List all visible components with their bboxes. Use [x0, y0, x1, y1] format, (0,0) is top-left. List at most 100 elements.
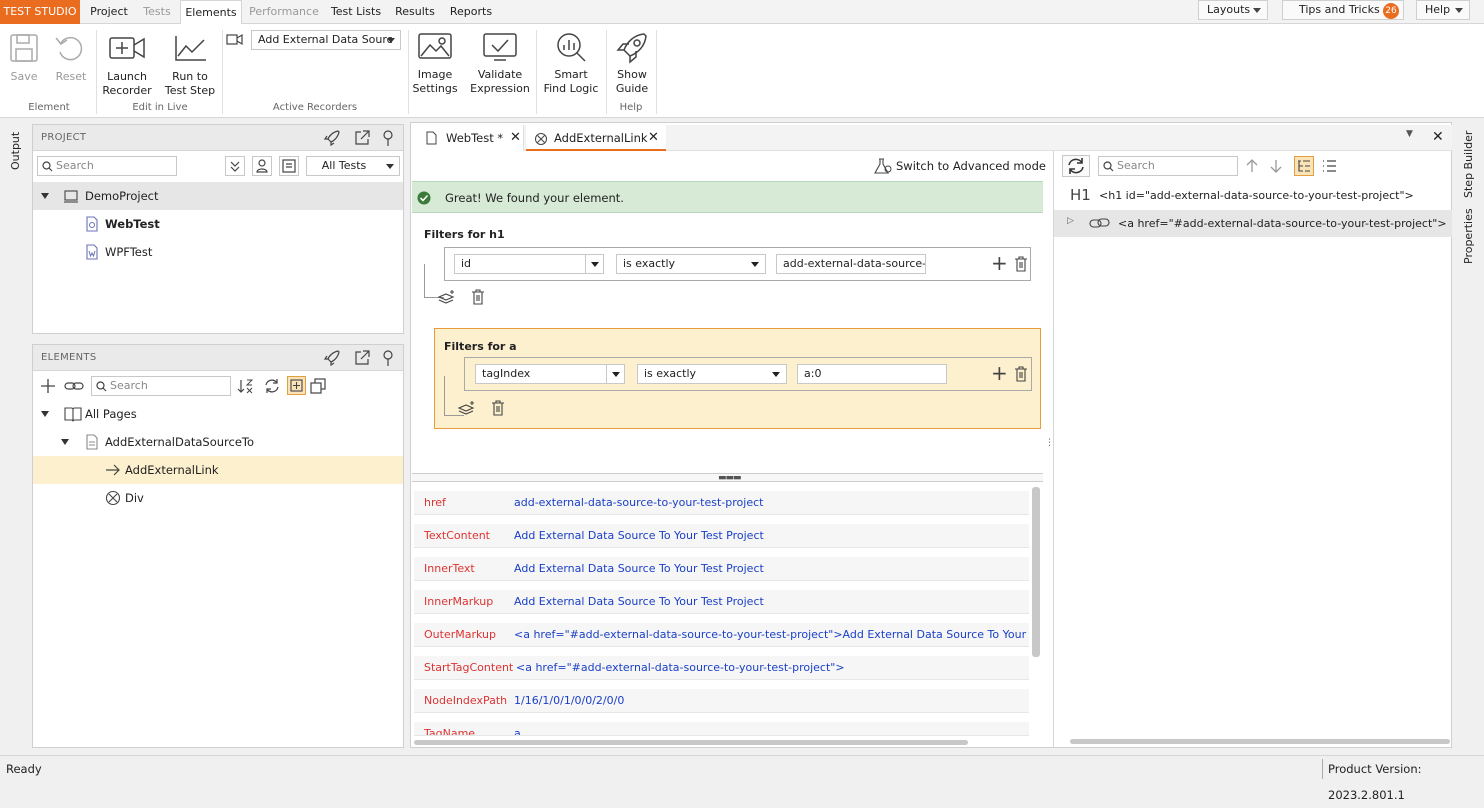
- layers-add-icon[interactable]: [457, 400, 477, 416]
- add-filter-icon[interactable]: +: [991, 252, 1008, 274]
- help-dropdown[interactable]: Help: [1416, 0, 1470, 20]
- dom-node-h1[interactable]: H1 <h1 id="add-external-data-source-to-y…: [1054, 182, 1452, 210]
- show-guide-button[interactable]: Show Guide: [610, 30, 654, 96]
- property-row[interactable]: href add-external-data-source-to-your-tes…: [414, 491, 1029, 515]
- property-row[interactable]: TextContent Add External Data Source To Y…: [414, 524, 1029, 548]
- property-row[interactable]: InnerText Add External Data Source To You…: [414, 557, 1029, 581]
- details-button[interactable]: [279, 156, 299, 176]
- highlight-toggle-button[interactable]: [287, 376, 306, 395]
- filter-h1-value-input[interactable]: add-external-data-source-t: [776, 254, 926, 274]
- close-icon[interactable]: ✕: [510, 125, 521, 151]
- tab-addexternallink-label: AddExternalLink: [554, 131, 648, 145]
- link-icon[interactable]: [63, 377, 85, 395]
- arrow-down-icon[interactable]: [1268, 158, 1284, 174]
- rocket-icon[interactable]: [323, 349, 341, 367]
- properties-tab[interactable]: Properties: [1462, 208, 1475, 264]
- switch-advanced-mode-button[interactable]: Switch to Advanced mode: [874, 157, 1046, 175]
- output-tab[interactable]: Output: [9, 132, 22, 170]
- properties-vertical-scrollbar[interactable]: [1032, 487, 1040, 657]
- tree-item-addexternallink[interactable]: AddExternalLink: [33, 456, 403, 484]
- tree-view-toggle[interactable]: [1294, 156, 1314, 176]
- tips-and-tricks-button[interactable]: Tips and Tricks 26: [1282, 0, 1404, 20]
- tree-item-page[interactable]: AddExternalDataSourceTo: [33, 428, 403, 456]
- sort-az-icon[interactable]: [237, 377, 255, 395]
- pop-out-icon[interactable]: [353, 129, 371, 147]
- tab-tests[interactable]: Tests: [136, 0, 178, 24]
- launch-recorder-button[interactable]: Launch Recorder: [100, 30, 154, 98]
- refresh-dom-button[interactable]: [1062, 155, 1090, 177]
- tab-list-dropdown-icon[interactable]: ▼: [1406, 129, 1413, 139]
- image-settings-button[interactable]: Image Settings: [412, 30, 458, 96]
- expand-triangle-icon[interactable]: [61, 439, 69, 445]
- copy-icon[interactable]: [309, 377, 327, 395]
- properties-horizontal-scrollbar[interactable]: [414, 740, 968, 745]
- smart-find-logic-button[interactable]: Smart Find Logic: [540, 30, 602, 96]
- expand-arrow-icon[interactable]: ▷: [1067, 216, 1074, 226]
- test-filter-select[interactable]: All Tests: [306, 156, 400, 176]
- trash-icon[interactable]: [1014, 256, 1028, 272]
- save-button[interactable]: Save: [6, 30, 42, 84]
- pop-out-icon[interactable]: [353, 349, 371, 367]
- collapse-all-button[interactable]: [225, 156, 245, 176]
- expand-triangle-icon[interactable]: [41, 193, 49, 199]
- property-row[interactable]: NodeIndexPath 1/16/1/0/1/0/0/2/0/0: [414, 689, 1029, 713]
- property-row[interactable]: TagName a: [414, 722, 1029, 736]
- switch-advanced-mode-label: Switch to Advanced mode: [896, 159, 1046, 173]
- run-to-test-step-button[interactable]: Run to Test Step: [160, 30, 220, 98]
- dom-node-a[interactable]: ▷ <a href="#add-external-data-source-to-…: [1054, 210, 1452, 237]
- dom-horizontal-scrollbar[interactable]: [1070, 739, 1450, 744]
- list-icon[interactable]: [1320, 157, 1338, 175]
- filter-h1-operator-select[interactable]: is exactly: [616, 254, 766, 274]
- project-search-input[interactable]: Search: [37, 156, 177, 176]
- tab-test-lists[interactable]: Test Lists: [326, 0, 386, 24]
- vertical-splitter-grip[interactable]: ⋮: [1045, 439, 1054, 460]
- tab-webtest[interactable]: WebTest * ✕: [412, 125, 524, 151]
- tab-reports[interactable]: Reports: [444, 0, 498, 24]
- filter-a-operator-select[interactable]: is exactly: [637, 364, 787, 384]
- dom-search-input[interactable]: Search: [1098, 156, 1238, 176]
- close-icon[interactable]: ✕: [648, 125, 659, 151]
- tree-item-div[interactable]: Div: [33, 484, 403, 512]
- property-row[interactable]: InnerMarkup Add External Data Source To Y…: [414, 590, 1029, 614]
- add-icon[interactable]: [39, 377, 57, 395]
- filter-a-attribute-select[interactable]: tagIndex: [475, 364, 625, 384]
- tab-elements[interactable]: Elements: [180, 0, 242, 25]
- property-row[interactable]: StartTagContent <a href="#add-external-da…: [414, 656, 1029, 680]
- pin-icon[interactable]: [379, 349, 397, 367]
- filter-a-value-input[interactable]: a:0: [797, 364, 947, 384]
- refresh-icon[interactable]: [263, 377, 281, 395]
- layers-add-icon[interactable]: [437, 289, 457, 305]
- property-row[interactable]: OuterMarkup <a href="#add-external-data-s…: [414, 623, 1029, 647]
- rocket-icon[interactable]: [323, 129, 341, 147]
- pin-icon[interactable]: [379, 129, 397, 147]
- property-value: a: [514, 727, 521, 736]
- trash-icon[interactable]: [1014, 366, 1028, 382]
- filter-h1-attribute-select[interactable]: id: [454, 254, 604, 274]
- tree-item-wpftest[interactable]: WPFTest: [33, 238, 403, 266]
- elements-search-input[interactable]: Search: [91, 376, 231, 396]
- app-brand-tab[interactable]: TEST STUDIO: [0, 0, 80, 24]
- close-icon[interactable]: ✕: [1432, 129, 1444, 145]
- tab-performance[interactable]: Performance: [246, 0, 322, 24]
- property-value: 1/16/1/0/1/0/0/2/0/0: [514, 694, 625, 707]
- reset-button[interactable]: Reset: [52, 30, 90, 84]
- user-filter-button[interactable]: [252, 156, 272, 176]
- tree-item-demoproject[interactable]: DemoProject: [33, 182, 403, 210]
- horizontal-splitter[interactable]: ▬▬▬: [412, 473, 1043, 483]
- trash-icon[interactable]: [471, 289, 485, 305]
- expand-triangle-icon[interactable]: [41, 411, 49, 417]
- tree-item-webtest[interactable]: WebTest: [33, 210, 403, 238]
- tab-project[interactable]: Project: [84, 0, 134, 24]
- validate-expression-button[interactable]: Validate Expression: [468, 30, 532, 96]
- tab-addexternallink[interactable]: AddExternalLink ✕: [526, 125, 666, 151]
- active-recorder-select[interactable]: Add External Data Sourc: [251, 30, 401, 50]
- trash-icon[interactable]: [491, 400, 505, 416]
- step-builder-tab[interactable]: Step Builder: [1462, 131, 1475, 198]
- dropdown-button[interactable]: [606, 365, 624, 383]
- dropdown-button[interactable]: [585, 255, 603, 273]
- arrow-up-icon[interactable]: [1244, 158, 1260, 174]
- add-filter-icon[interactable]: +: [991, 362, 1008, 384]
- tree-item-all-pages[interactable]: All Pages: [33, 400, 403, 428]
- tab-results[interactable]: Results: [390, 0, 440, 24]
- layouts-dropdown[interactable]: Layouts: [1198, 0, 1268, 20]
